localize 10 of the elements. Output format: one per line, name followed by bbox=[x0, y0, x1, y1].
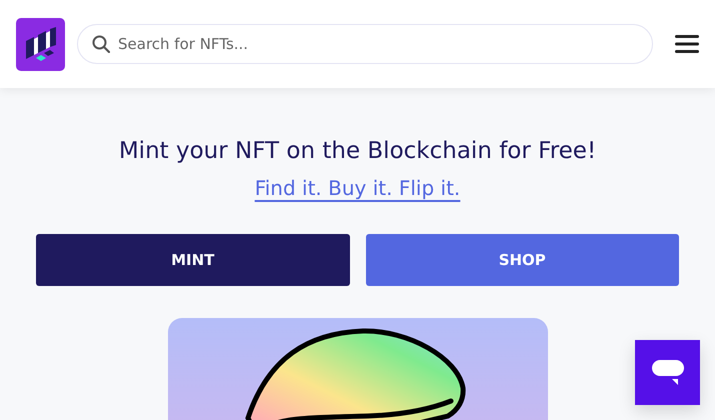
hero-title: Mint your NFT on the Blockchain for Free! bbox=[118, 138, 596, 164]
mint-button[interactable]: MINT bbox=[36, 234, 350, 286]
logo-icon[interactable] bbox=[16, 18, 65, 70]
search-field[interactable]: Search for NFTs... bbox=[77, 24, 653, 64]
menu-icon[interactable] bbox=[675, 34, 699, 54]
chat-button[interactable] bbox=[635, 340, 700, 405]
chat-icon bbox=[652, 360, 684, 386]
tagline-link[interactable]: Find it. Buy it. Flip it. bbox=[254, 176, 460, 200]
shop-button[interactable]: SHOP bbox=[366, 234, 679, 286]
search-icon bbox=[92, 35, 110, 53]
